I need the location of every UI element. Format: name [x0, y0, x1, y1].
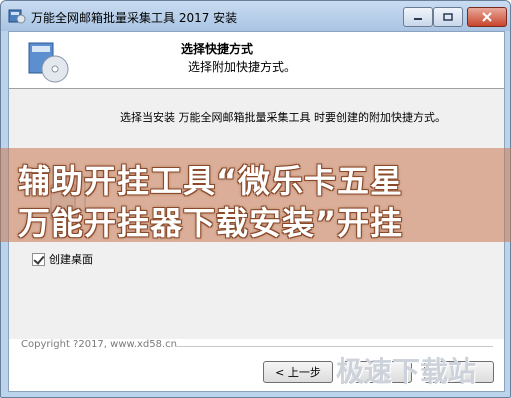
maximize-button[interactable]	[433, 7, 463, 27]
back-button[interactable]: < 上一步	[263, 361, 333, 383]
wizard-header: 选择快捷方式 选择附加快捷方式。	[9, 32, 504, 89]
site-watermark: 极速下载站	[336, 355, 477, 388]
footer-divider	[175, 346, 493, 347]
maximize-icon	[443, 13, 453, 21]
copyright-text: Copyright ?2017, www.xd58.cn	[21, 339, 177, 350]
page-subtitle: 选择附加快捷方式。	[188, 60, 297, 74]
close-icon	[482, 12, 492, 22]
titlebar[interactable]: 万能全网邮箱批量采集工具 2017 安装	[1, 1, 510, 31]
minimize-icon	[414, 18, 422, 20]
page-title: 选择快捷方式	[181, 42, 254, 56]
installer-app-icon	[8, 9, 26, 24]
desktop-shortcut-option[interactable]: 创建桌面	[32, 251, 93, 267]
instruction-text: 选择当安装 万能全网邮箱批量采集工具 时要创建的附加快捷方式。	[120, 111, 446, 124]
installer-disc-icon	[28, 42, 69, 83]
watermark-line-2: 万能开挂器下载安装”开挂	[18, 204, 404, 242]
desktop-shortcut-checkbox[interactable]	[32, 252, 45, 266]
watermark-line-1: 辅助开挂工具“微乐卡五星	[18, 162, 404, 200]
close-button[interactable]	[467, 7, 507, 27]
minimize-button[interactable]	[403, 7, 433, 27]
window-title: 万能全网邮箱批量采集工具 2017 安装	[31, 11, 238, 25]
desktop-shortcut-label: 创建桌面	[49, 253, 93, 266]
